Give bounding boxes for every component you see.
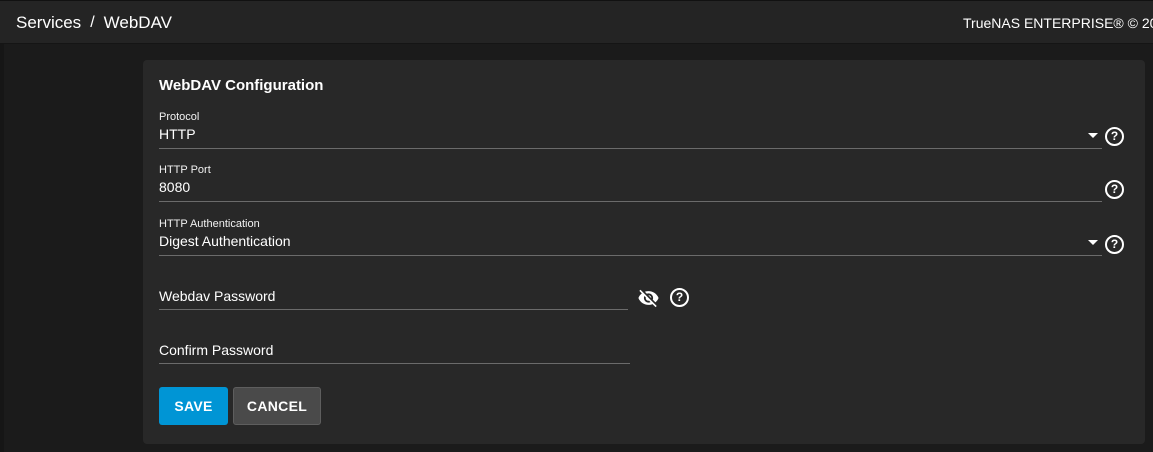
http-port-help-icon[interactable]: ? [1105, 180, 1124, 199]
left-panel [0, 44, 4, 452]
dropdown-arrow-icon [1088, 133, 1098, 138]
http-port-label: HTTP Port [159, 164, 211, 176]
http-port-value: 8080 [159, 179, 191, 195]
password-help-icon[interactable]: ? [670, 288, 689, 307]
webdav-config-card: WebDAV Configuration Protocol HTTP ? HTT… [143, 60, 1145, 444]
dropdown-arrow-icon [1088, 240, 1098, 245]
confirm-password-input[interactable]: Confirm Password [159, 342, 630, 364]
underline [159, 309, 628, 310]
underline [159, 201, 1102, 202]
breadcrumb-webdav: WebDAV [103, 13, 172, 32]
underline [159, 255, 1102, 256]
http-auth-select[interactable]: HTTP Authentication Digest Authenticatio… [159, 218, 1102, 256]
copyright-text: TrueNAS ENTERPRISE® © 20 [963, 15, 1153, 31]
webdav-password-placeholder: Webdav Password [159, 288, 276, 304]
breadcrumb-services[interactable]: Services [16, 13, 81, 33]
protocol-help-icon[interactable]: ? [1105, 127, 1124, 146]
top-bar: Services / WebDAV TrueNAS ENTERPRISE® © … [0, 0, 1153, 44]
webdav-password-input[interactable]: Webdav Password [159, 288, 628, 310]
visibility-off-icon[interactable] [636, 287, 661, 309]
http-port-input[interactable]: HTTP Port 8080 [159, 164, 1102, 202]
breadcrumb: Services / WebDAV [16, 13, 172, 33]
protocol-select[interactable]: Protocol HTTP [159, 111, 1102, 149]
save-button[interactable]: SAVE [159, 387, 228, 425]
underline [159, 363, 630, 364]
card-title: WebDAV Configuration [159, 77, 324, 94]
http-auth-label: HTTP Authentication [159, 218, 260, 230]
http-auth-value: Digest Authentication [159, 233, 291, 249]
cancel-button[interactable]: CANCEL [233, 387, 321, 425]
protocol-value: HTTP [159, 126, 196, 142]
confirm-password-placeholder: Confirm Password [159, 342, 274, 358]
underline [159, 148, 1102, 149]
protocol-label: Protocol [159, 111, 200, 123]
http-auth-help-icon[interactable]: ? [1105, 235, 1124, 254]
breadcrumb-separator: / [90, 14, 95, 31]
